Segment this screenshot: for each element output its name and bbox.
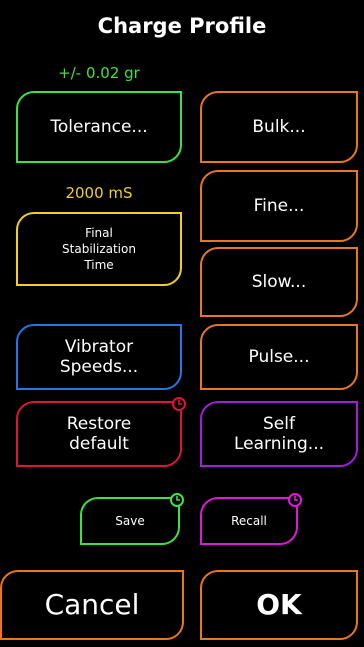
- restore-label: Restore default: [66, 413, 132, 454]
- save-button[interactable]: Save: [80, 493, 184, 545]
- stabilization-time-button[interactable]: Final Stabilization Time: [16, 212, 182, 286]
- vibrator-speeds-button[interactable]: Vibrator Speeds...: [16, 324, 182, 390]
- pulse-button[interactable]: Pulse...: [200, 324, 358, 390]
- vibrator-label: Vibrator Speeds...: [59, 336, 139, 377]
- slow-button[interactable]: Slow...: [200, 247, 358, 317]
- clock-icon: [170, 493, 184, 507]
- tolerance-label: Tolerance...: [50, 116, 148, 137]
- fine-label: Fine...: [253, 195, 305, 216]
- stabilization-value: 2000 mS: [65, 184, 133, 202]
- stabilization-label: Final Stabilization Time: [62, 225, 136, 273]
- pulse-label: Pulse...: [248, 346, 310, 367]
- self-learning-label: Self Learning...: [233, 413, 324, 454]
- bulk-button[interactable]: Bulk...: [200, 91, 358, 163]
- cancel-button[interactable]: Cancel: [0, 570, 184, 640]
- ok-label: OK: [256, 588, 302, 622]
- cancel-label: Cancel: [44, 588, 140, 622]
- bulk-label: Bulk...: [252, 116, 306, 137]
- self-learning-button[interactable]: Self Learning...: [200, 401, 358, 467]
- ok-button[interactable]: OK: [200, 570, 358, 640]
- clock-icon: [172, 397, 186, 411]
- recall-label: Recall: [231, 513, 267, 528]
- save-label: Save: [115, 513, 145, 528]
- restore-default-button[interactable]: Restore default: [16, 397, 186, 467]
- clock-icon: [288, 493, 302, 507]
- slow-label: Slow...: [251, 271, 307, 292]
- tolerance-button[interactable]: Tolerance...: [16, 91, 182, 163]
- recall-button[interactable]: Recall: [200, 493, 302, 545]
- fine-button[interactable]: Fine...: [200, 170, 358, 242]
- page-title: Charge Profile: [97, 14, 267, 38]
- tolerance-value: +/- 0.02 gr: [58, 64, 140, 82]
